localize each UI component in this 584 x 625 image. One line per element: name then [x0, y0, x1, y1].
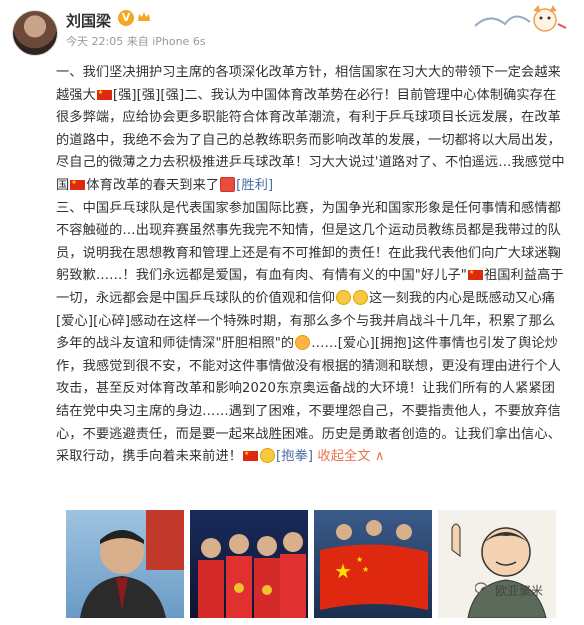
image-gallery: ★ ★ ★	[66, 510, 566, 620]
gallery-image-portrait[interactable]	[66, 510, 184, 618]
crown-icon	[138, 12, 150, 21]
verified-badge-icon: V	[118, 10, 134, 26]
gallery-image-team[interactable]	[190, 510, 308, 618]
china-flag-emoji-icon	[96, 89, 112, 100]
paragraph-1: 一、我们坚决拥护习主席的各项深化改革方针，相信国家在习大大的带领下一定会越来越强…	[56, 62, 568, 198]
china-flag-emoji-icon	[70, 179, 86, 190]
author-name[interactable]: 刘国梁	[66, 10, 111, 31]
text-segment: ……[爱心][拥抱]这件事情也引发了舆论炒作，我感觉到很不安，不能对这件事情做没…	[56, 336, 561, 465]
user-avatar[interactable]	[12, 10, 58, 56]
gallery-image-cartoon[interactable]	[438, 510, 556, 618]
gallery-image-flag[interactable]: ★ ★ ★	[314, 510, 432, 618]
text-segment: 体育改革的春天到来了	[86, 177, 220, 193]
watermark-text: 欧亚聚米	[495, 584, 544, 598]
fist-emoji-icon	[353, 289, 369, 305]
victory-tag: [胜利]	[236, 177, 274, 193]
svg-text:★: ★	[356, 555, 363, 564]
svg-text:★: ★	[362, 565, 369, 574]
people-emoji-icon	[295, 335, 311, 351]
post-content: 一、我们坚决拥护习主席的各项深化改革方针，相信国家在习大大的带领下一定会越来越强…	[56, 62, 568, 469]
wechat-watermark-icon	[475, 582, 491, 596]
decorative-cat-icon	[474, 4, 567, 32]
weibo-post: 刘国梁 V 今天 22:05 来自 iPhone 6s 一、我们坚决拥护习主席的…	[0, 0, 584, 625]
fist-emoji-icon	[260, 448, 276, 464]
post-meta: 今天 22:05 来自 iPhone 6s	[66, 35, 206, 48]
hug-tag: [抱拳]	[276, 449, 314, 465]
china-flag-emoji-icon	[467, 269, 483, 281]
fist-emoji-icon	[336, 289, 352, 305]
paragraph-2: 三、中国乒乓球队是代表国家参加国际比赛，为国争光和国家形象是任何事情和感情都不容…	[56, 198, 568, 469]
collapse-link[interactable]: 收起全文 ∧	[317, 449, 384, 464]
svg-text:★: ★	[334, 559, 352, 583]
gift-emoji-icon	[220, 176, 236, 192]
china-flag-emoji-icon	[243, 450, 259, 462]
